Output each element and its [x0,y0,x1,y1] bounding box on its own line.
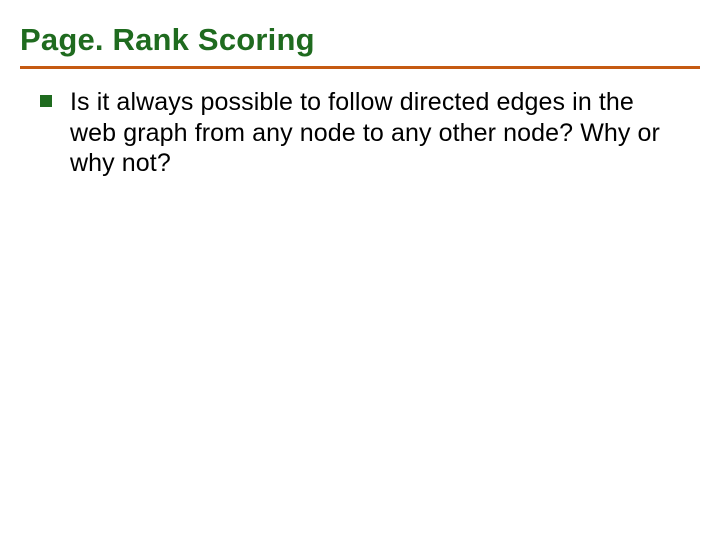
title-region: Page. Rank Scoring [0,0,720,69]
square-bullet-icon [40,95,52,107]
list-item: Is it always possible to follow directed… [40,87,680,179]
slide: Page. Rank Scoring Is it always possible… [0,0,720,540]
slide-body: Is it always possible to follow directed… [0,69,720,179]
slide-title: Page. Rank Scoring [20,22,700,64]
bullet-text: Is it always possible to follow directed… [70,87,680,179]
